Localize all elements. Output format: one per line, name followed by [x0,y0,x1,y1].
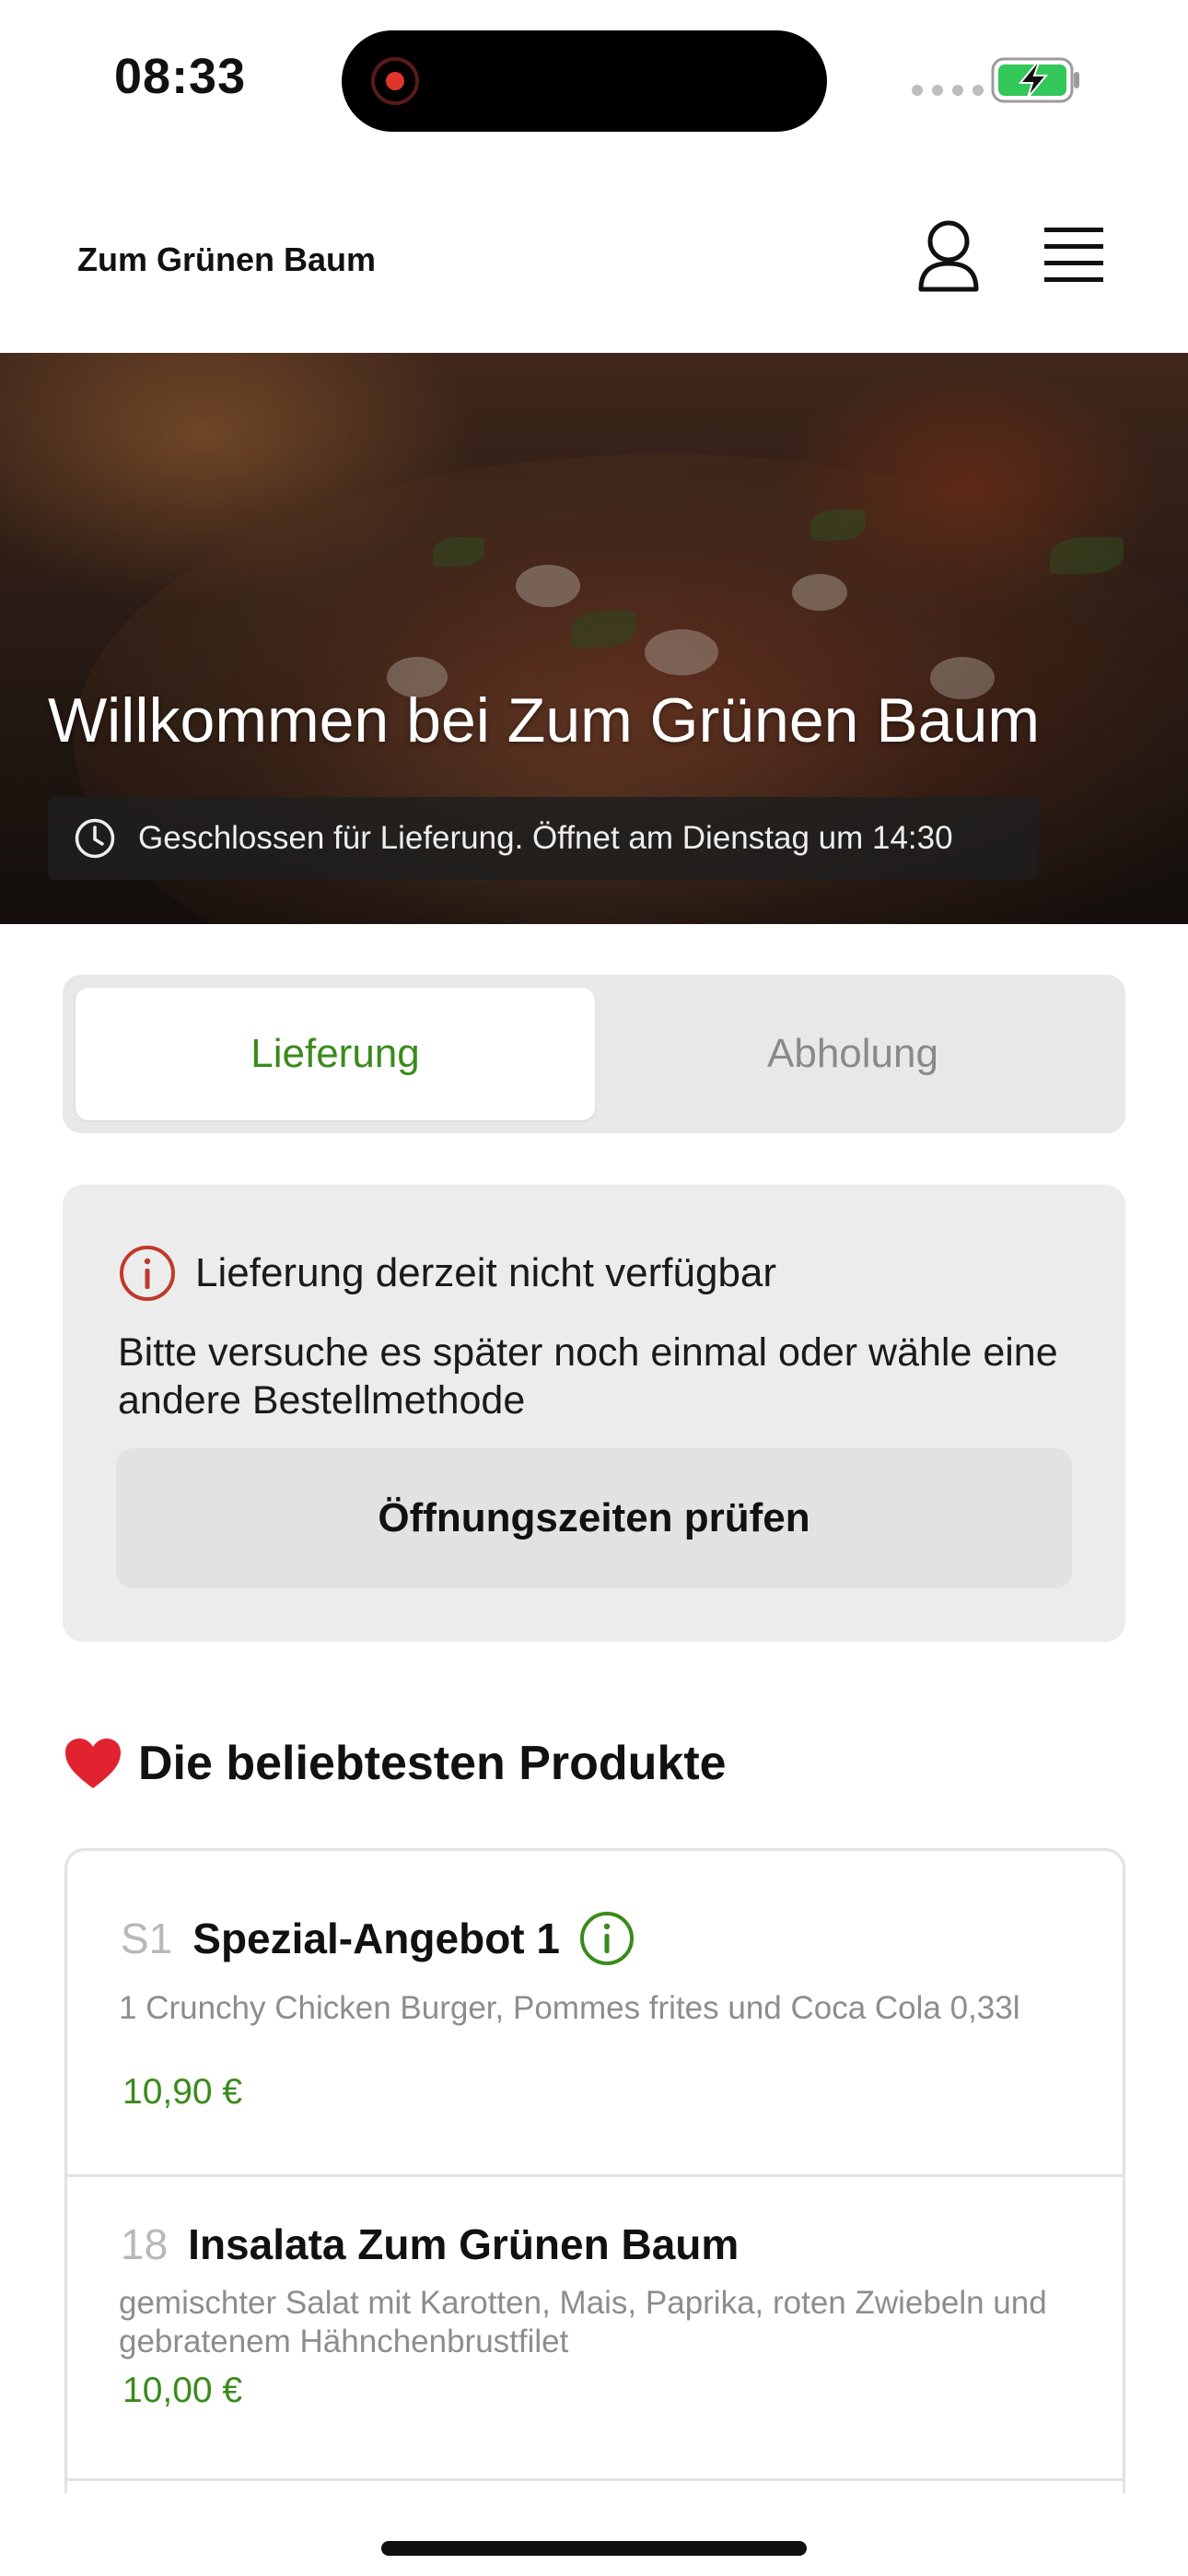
notice-message: Bitte versuche es später noch einmal ode… [118,1330,1058,1423]
check-opening-hours-button[interactable]: Öffnungszeiten prüfen [116,1448,1072,1588]
product-code: 18 [121,2220,169,2268]
product-item[interactable]: S1 Spezial-Angebot 1 1 Crunchy Chicken B… [67,1851,1123,2177]
notice-title: Lieferung derzeit nicht verfügbar [195,1250,777,1295]
battery-charging-icon [991,57,1079,103]
product-description: gemischter Salat mit Karotten, Mais, Pap… [119,2285,1047,2359]
clock-icon [75,818,115,859]
popular-products-title: Die beliebtesten Produkte [138,1737,727,1790]
product-code: S1 [121,1914,173,1962]
status-bar: 08:33 [0,0,1188,161]
order-mode-toggle: Lieferung Abholung [63,975,1125,1133]
product-header: 18 Insalata Zum Grünen Baum [121,2219,739,2269]
brand-name[interactable]: Zum Grünen Baum [77,240,376,279]
dynamic-island [342,30,827,132]
tab-abholung[interactable]: Abholung [593,988,1112,1120]
delivery-unavailable-notice: Lieferung derzeit nicht verfügbar Bitte … [63,1185,1125,1642]
closed-status-text: Geschlossen für Lieferung. Öffnet am Die… [138,820,953,856]
home-indicator[interactable] [381,2541,807,2556]
product-price: 10,00 € [122,2371,243,2410]
product-header: S1 Spezial-Angebot 1 [121,1910,635,1967]
status-time: 08:33 [114,49,247,104]
app-header: Zum Grünen Baum [0,161,1188,353]
user-account-icon[interactable] [915,219,982,293]
tab-lieferung[interactable]: Lieferung [76,988,595,1120]
app-screen: 08:33 Zum Grünen Baum Willkommen bei Zum… [0,0,1188,2576]
product-list: S1 Spezial-Angebot 1 1 Crunchy Chicken B… [64,1848,1125,2493]
hero-title: Willkommen bei Zum Grünen Baum [48,685,1041,755]
product-description: 1 Crunchy Chicken Burger, Pommes frites … [119,1990,1020,2026]
alert-info-icon [120,1246,175,1301]
hero-banner: Willkommen bei Zum Grünen Baum Geschloss… [0,353,1188,924]
product-item[interactable]: 18 Insalata Zum Grünen Baum gemischter S… [67,2177,1123,2481]
product-name: Spezial-Angebot 1 [192,1914,560,1962]
recording-indicator-icon [371,57,419,105]
product-price: 10,90 € [122,2072,243,2112]
popular-products-heading: Die beliebtesten Produkte [63,1736,727,1791]
product-info-icon[interactable] [578,1910,635,1967]
signal-icon [912,85,984,96]
notice-header: Lieferung derzeit nicht verfügbar [118,1244,776,1303]
product-name: Insalata Zum Grünen Baum [188,2220,740,2268]
closed-status-banner: Geschlossen für Lieferung. Öffnet am Die… [48,797,1039,880]
hamburger-menu-icon[interactable] [1041,226,1107,283]
heart-icon [65,1739,121,1788]
